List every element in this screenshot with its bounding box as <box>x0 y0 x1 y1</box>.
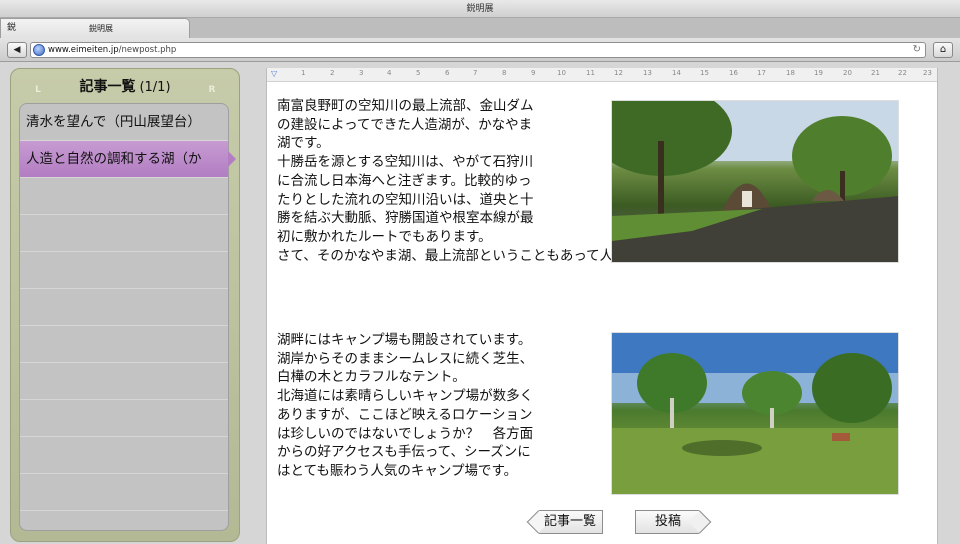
ruler-tick: 3 <box>359 69 364 77</box>
ruler-tick: 2 <box>330 69 335 77</box>
ruler-tick: 12 <box>614 69 623 77</box>
tab-favicon-icon: 鋭 <box>7 23 17 33</box>
next-page-icon[interactable]: R <box>197 83 227 97</box>
previous-page-icon[interactable]: L <box>23 83 53 97</box>
ruler-tick: 19 <box>814 69 823 77</box>
ruler-tick: 8 <box>502 69 507 77</box>
ruler: ▽ 1 2 3 4 5 6 7 8 9 10 11 12 13 14 15 16… <box>267 68 937 82</box>
ruler-tick: 23 <box>923 69 932 77</box>
ruler-tick: 20 <box>843 69 852 77</box>
sidebar-title: 記事一覧 <box>79 79 136 95</box>
left-triangle-icon: ◀ <box>13 45 21 55</box>
cabin-scene-icon <box>612 101 898 262</box>
ruler-tick: 22 <box>898 69 907 77</box>
cabin-photo[interactable] <box>611 100 899 263</box>
list-item[interactable] <box>20 215 228 252</box>
ruler-tick: 13 <box>643 69 652 77</box>
list-item[interactable] <box>20 400 228 437</box>
ruler-tick: 4 <box>387 69 392 77</box>
page-count: (1/1) <box>139 80 171 95</box>
list-item[interactable] <box>20 474 228 511</box>
post-button[interactable]: 投稿 <box>635 510 701 534</box>
ruler-tick: 17 <box>757 69 766 77</box>
globe-icon <box>33 44 45 56</box>
ruler-tick: 1 <box>301 69 306 77</box>
ruler-tick: 10 <box>557 69 566 77</box>
list-item[interactable] <box>20 437 228 474</box>
indent-marker-icon[interactable]: ▽ <box>271 69 277 78</box>
ruler-tick: 14 <box>672 69 681 77</box>
browser-tab[interactable]: 鋭 鋭明展 <box>0 18 190 38</box>
ruler-tick: 18 <box>786 69 795 77</box>
browser-toolbar: ◀ www.eimeiten.jp/newpost.php ↻ ⌂ <box>0 38 960 62</box>
post-button-label: 投稿 <box>654 514 681 529</box>
ruler-tick: 15 <box>700 69 709 77</box>
campground-photo[interactable] <box>611 332 899 495</box>
list-item[interactable] <box>20 326 228 363</box>
article-list-button[interactable]: 記事一覧 <box>537 510 603 534</box>
tab-title: 鋭明展 <box>89 24 113 33</box>
home-button[interactable]: ⌂ <box>933 42 953 58</box>
ruler-tick: 9 <box>531 69 536 77</box>
ruler-tick: 7 <box>473 69 478 77</box>
bottom-navigation: 記事一覧 投稿 <box>267 510 937 536</box>
article-editor: ▽ 1 2 3 4 5 6 7 8 9 10 11 12 13 14 15 16… <box>266 68 938 544</box>
home-icon: ⌂ <box>939 44 947 55</box>
url-path: /newpost.php <box>118 45 177 55</box>
ruler-tick: 6 <box>445 69 450 77</box>
ruler-tick: 16 <box>729 69 738 77</box>
list-item-selected[interactable]: 人造と自然の調和する湖（か <box>20 141 236 178</box>
reload-icon[interactable]: ↻ <box>913 43 921 57</box>
window-title: 鋭明展 <box>466 4 494 14</box>
campground-scene-icon <box>612 333 898 494</box>
sidebar-header: L 記事一覧 (1/1) R <box>11 73 239 101</box>
list-item[interactable] <box>20 363 228 400</box>
list-item[interactable]: 清水を望んで（円山展望台） <box>20 104 228 141</box>
article-list-sidebar: L 記事一覧 (1/1) R 清水を望んで（円山展望台） 人造と自然の調和する湖（… <box>10 68 240 542</box>
list-item[interactable] <box>20 289 228 326</box>
list-item[interactable] <box>20 178 228 215</box>
url-field[interactable]: www.eimeiten.jp/newpost.php ↻ <box>30 42 926 58</box>
list-item[interactable] <box>20 252 228 289</box>
article-list-button-label: 記事一覧 <box>543 514 596 529</box>
back-button[interactable]: ◀ <box>7 42 27 58</box>
ruler-tick: 5 <box>416 69 421 77</box>
ruler-tick: 11 <box>586 69 595 77</box>
window-title-bar: 鋭明展 <box>0 0 960 18</box>
tab-strip: 鋭 鋭明展 <box>0 18 960 38</box>
url-text: www.eimeiten.jp/newpost.php <box>48 43 176 57</box>
article-list: 清水を望んで（円山展望台） 人造と自然の調和する湖（か <box>19 103 236 531</box>
ruler-tick: 21 <box>871 69 880 77</box>
url-host: www.eimeiten.jp <box>48 45 119 55</box>
